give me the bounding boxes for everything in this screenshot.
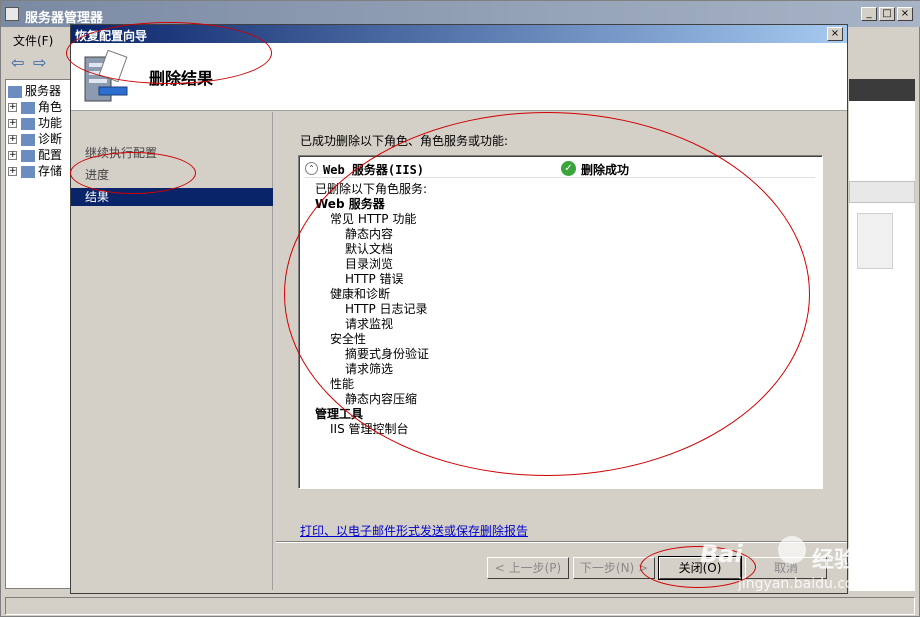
prev-button[interactable]: < 上一步(P) xyxy=(487,557,569,579)
page-title: 删除结果 xyxy=(149,69,214,88)
results-panel: 已成功删除以下角色、角色服务或功能: ⌃ Web 服务器(IIS) ✓ 删除成功… xyxy=(276,112,847,542)
watermark-site: jingyan.baidu.com xyxy=(738,576,868,592)
watermark-brand: Bai xyxy=(700,540,743,568)
baidu-watermark: Bai 经验 jingyan.baidu.com xyxy=(700,536,870,596)
tree-node-diagnostics[interactable]: + 诊断 xyxy=(8,130,62,146)
result-detail-line: 请求监视 xyxy=(345,317,394,331)
wizard-dialog: 恢复配置向导 × 删除结果 继续执行配置 进度 结果 已成功删除以下角色、角色服… xyxy=(70,24,848,594)
result-role-name: Web 服务器(IIS) xyxy=(323,163,425,177)
forward-arrow-icon[interactable]: ⇨ xyxy=(33,55,51,73)
result-detail-line: 静态内容 xyxy=(345,227,394,241)
right-pane-section xyxy=(849,181,915,203)
window-close-button[interactable]: × xyxy=(897,7,913,21)
tree-node-features[interactable]: + 功能 xyxy=(8,114,62,130)
result-detail-line: HTTP 日志记录 xyxy=(345,302,428,316)
result-detail-line: 性能 xyxy=(330,377,355,391)
minimize-button[interactable]: _ xyxy=(861,7,877,21)
result-detail-line: 静态内容压缩 xyxy=(345,392,418,406)
diagnostics-icon xyxy=(21,133,35,146)
configuration-icon xyxy=(21,149,35,162)
expand-icon[interactable]: + xyxy=(8,167,17,176)
step-progress: 进度 xyxy=(85,168,110,182)
expand-icon[interactable]: + xyxy=(8,135,17,144)
tree-node-server[interactable]: 服务器 xyxy=(8,82,61,98)
result-detail-line: HTTP 错误 xyxy=(345,272,404,286)
right-pane xyxy=(849,101,915,591)
tree-node-configuration[interactable]: + 配置 xyxy=(8,146,62,162)
navigation-tree: 服务器 + 角色 + 功能 + 诊断 + 配置 + 存储 xyxy=(5,79,75,589)
tree-node-roles[interactable]: + 角色 xyxy=(8,98,62,114)
server-icon xyxy=(8,85,22,98)
result-detail-line: 安全性 xyxy=(330,332,367,346)
collapse-chevron-icon[interactable]: ⌃ xyxy=(305,162,318,175)
result-detail-line: 请求筛选 xyxy=(345,362,394,376)
expand-icon[interactable]: + xyxy=(8,119,17,128)
report-link[interactable]: 打印、以电子邮件形式发送或保存删除报告 xyxy=(300,522,528,539)
result-detail-line: IIS 管理控制台 xyxy=(330,422,409,436)
result-detail-line: Web 服务器 xyxy=(315,197,385,211)
result-detail-line: 默认文档 xyxy=(345,242,394,256)
success-check-icon: ✓ xyxy=(561,161,576,176)
result-details: 已删除以下角色服务: Web 服务器 常见 HTTP 功能 静态内容 默认文档 目录浏览 H… xyxy=(315,182,429,437)
menu-file[interactable]: 文件(F) xyxy=(13,32,53,49)
result-detail-line: 摘要式身份验证 xyxy=(345,347,430,361)
right-pane-panel xyxy=(857,213,893,269)
dialog-header: 删除结果 xyxy=(71,43,847,111)
server-wizard-icon xyxy=(84,49,128,102)
expand-icon[interactable]: + xyxy=(8,151,17,160)
dialog-title: 恢复配置向导 xyxy=(75,29,148,43)
roles-icon xyxy=(21,101,35,114)
baidu-paw-icon xyxy=(778,536,806,564)
step-results: 结果 xyxy=(71,188,273,206)
results-caption: 已成功删除以下角色、角色服务或功能: xyxy=(300,134,509,148)
next-button[interactable]: 下一步(N) > xyxy=(573,557,655,579)
dialog-close-icon[interactable]: × xyxy=(827,27,843,41)
result-detail-line: 管理工具 xyxy=(315,407,364,421)
right-pane-header xyxy=(849,79,915,101)
result-status: 删除成功 xyxy=(581,163,630,177)
wizard-step-list: 继续执行配置 进度 结果 xyxy=(71,112,273,590)
step-continue-configuration: 继续执行配置 xyxy=(85,146,158,160)
watermark-brand2: 经验 xyxy=(812,548,857,573)
toolbar: ⇦ ⇨ xyxy=(3,51,73,77)
server-manager-icon xyxy=(5,7,19,21)
result-detail-line: 已删除以下角色服务: xyxy=(315,182,428,196)
dialog-titlebar: 恢复配置向导 × xyxy=(71,25,847,43)
result-detail-line: 健康和诊断 xyxy=(330,287,391,301)
storage-icon xyxy=(21,165,35,178)
result-detail-line: 目录浏览 xyxy=(345,257,394,271)
result-row-header: ⌃ Web 服务器(IIS) ✓ 删除成功 xyxy=(305,160,815,178)
results-list[interactable]: ⌃ Web 服务器(IIS) ✓ 删除成功 已删除以下角色服务: Web 服务器常… xyxy=(298,155,823,489)
expand-icon[interactable]: + xyxy=(8,103,17,112)
result-detail-line: 常见 HTTP 功能 xyxy=(330,212,417,226)
maximize-button[interactable]: □ xyxy=(879,7,895,21)
status-bar xyxy=(5,597,915,615)
back-arrow-icon[interactable]: ⇦ xyxy=(11,55,29,73)
tree-node-storage[interactable]: + 存储 xyxy=(8,162,62,178)
features-icon xyxy=(21,117,35,130)
